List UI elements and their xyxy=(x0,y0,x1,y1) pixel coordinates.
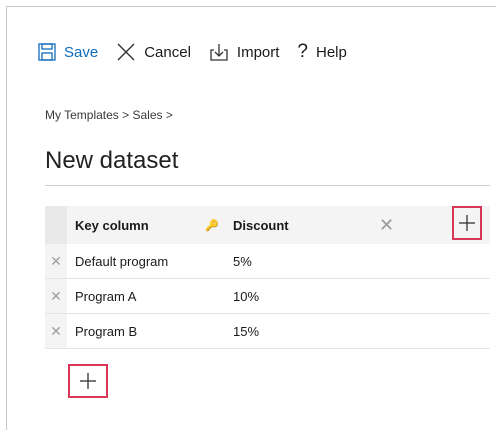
table-row: ✕ Program B 15% xyxy=(45,314,490,349)
add-row-button[interactable] xyxy=(68,364,108,398)
discount-cell[interactable]: 5% xyxy=(227,254,377,269)
help-label: Help xyxy=(316,43,347,61)
save-button[interactable]: Save xyxy=(38,43,98,61)
plus-icon xyxy=(80,373,96,389)
help-button[interactable]: ? Help xyxy=(297,41,346,63)
table-row: ✕ Program A 10% xyxy=(45,279,490,314)
title-divider xyxy=(45,185,490,186)
save-label: Save xyxy=(64,43,99,61)
plus-icon xyxy=(459,215,475,231)
remove-column-icon[interactable]: ✕ xyxy=(379,215,394,236)
toolbar: Save Cancel Import ? Help xyxy=(38,36,347,68)
discount-column-label: Discount xyxy=(233,217,289,233)
table-row: ✕ Default program 5% xyxy=(45,244,490,279)
remove-row-icon[interactable]: ✕ xyxy=(45,279,67,313)
remove-row-icon[interactable]: ✕ xyxy=(45,244,67,278)
cancel-label: Cancel xyxy=(144,43,191,61)
import-label: Import xyxy=(236,43,280,61)
key-cell[interactable]: Default program xyxy=(67,254,227,269)
import-button[interactable]: Import xyxy=(209,42,280,62)
key-column-label: Key column xyxy=(75,217,149,233)
remove-row-icon[interactable]: ✕ xyxy=(45,314,67,348)
header-gutter xyxy=(45,206,67,244)
key-cell[interactable]: Program B xyxy=(67,324,227,339)
close-icon xyxy=(117,43,135,61)
discount-cell[interactable]: 10% xyxy=(227,289,377,304)
grid-header: Key column 🔑 Discount ✕ xyxy=(45,206,490,244)
page-title: New dataset xyxy=(45,147,179,174)
discount-column-header[interactable]: Discount xyxy=(227,218,377,233)
key-column-header[interactable]: Key column 🔑 xyxy=(67,218,227,233)
cancel-button[interactable]: Cancel xyxy=(116,42,191,62)
save-icon xyxy=(38,43,56,61)
breadcrumb[interactable]: My Templates > Sales > xyxy=(45,108,173,122)
dataset-grid: Key column 🔑 Discount ✕ ✕ Default progra… xyxy=(45,206,490,349)
import-icon xyxy=(210,44,228,61)
key-cell[interactable]: Program A xyxy=(67,289,227,304)
help-icon: ? xyxy=(297,41,308,62)
key-icon: 🔑 xyxy=(205,219,219,232)
discount-cell[interactable]: 15% xyxy=(227,324,377,339)
add-column-button[interactable] xyxy=(452,206,482,240)
